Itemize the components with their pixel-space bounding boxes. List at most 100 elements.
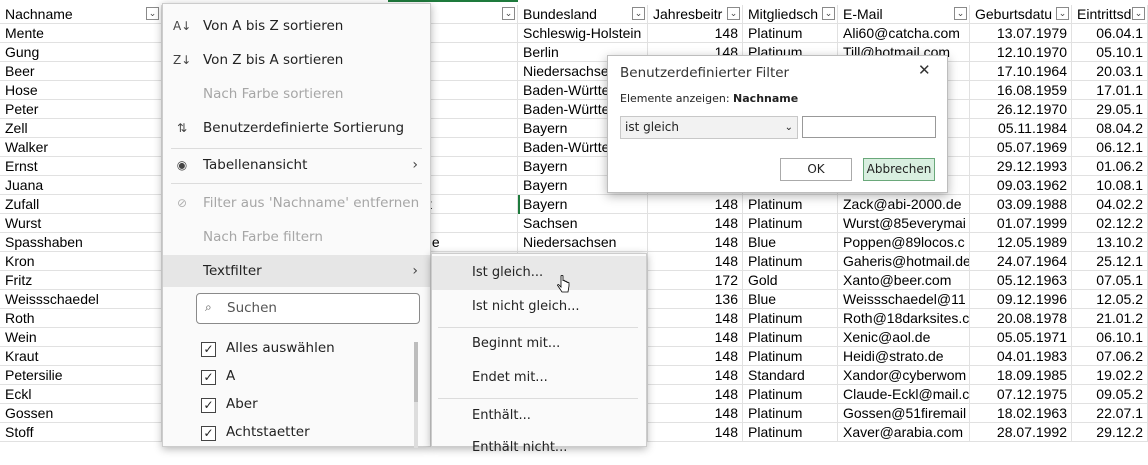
cell-geburt[interactable]: 24.07.1964 (970, 252, 1072, 271)
cell-email[interactable]: Poppen@89locos.c (838, 233, 970, 252)
ok-button[interactable]: OK (780, 158, 852, 181)
cell-geburt[interactable]: 17.10.1964 (970, 62, 1072, 81)
submenu-item-equals[interactable]: Ist gleich... (432, 256, 646, 290)
submenu-item-not-contains[interactable]: Enthält nicht... (432, 431, 646, 465)
cell-eintritt[interactable]: 25.12.1 (1072, 252, 1148, 271)
cell-email[interactable]: Xandor@cyberwom (838, 366, 970, 385)
cell-email[interactable]: Xanto@beer.com (838, 271, 970, 290)
column-header-mitglied[interactable]: Mitgliedsch ⌄ (743, 5, 838, 24)
submenu-item-contains[interactable]: Enthält... (432, 399, 646, 433)
cell-eintritt[interactable]: 07.05.1 (1072, 271, 1148, 290)
cell-nachname[interactable]: Mente (0, 24, 162, 43)
cell-geburt[interactable]: 01.07.1999 (970, 214, 1072, 233)
cell-eintritt[interactable]: 12.05.2 (1072, 290, 1148, 309)
cell-beitrag[interactable]: 148 (648, 347, 743, 366)
cell-geburt[interactable]: 05.12.1963 (970, 271, 1072, 290)
checkbox-select-all[interactable]: ✓ Alles auswählen (201, 338, 401, 362)
cell-nachname[interactable]: Stoff (0, 423, 162, 442)
cell-nachname[interactable]: Weissschaedel (0, 290, 162, 309)
filter-dropdown-icon[interactable]: ⌄ (727, 7, 740, 20)
cell-geburt[interactable]: 09.03.1962 (970, 176, 1072, 195)
cell-geburt[interactable]: 07.12.1975 (970, 385, 1072, 404)
cell-nachname[interactable]: Zufall (0, 195, 162, 214)
filter-dropdown-icon[interactable]: ⌄ (146, 7, 159, 20)
column-header-beitrag[interactable]: Jahresbeitr ⌄ (648, 5, 743, 24)
cell-geburt[interactable]: 18.02.1963 (970, 404, 1072, 423)
cell-geburt[interactable]: 05.11.1984 (970, 119, 1072, 138)
cell-bundesland[interactable]: Niedersachsen (518, 233, 648, 252)
menu-item-sort-az[interactable]: A↓ Von A bis Z sortieren (163, 10, 430, 42)
cell-eintritt[interactable]: 29.05.1 (1072, 100, 1148, 119)
checkbox-checked[interactable]: ✓ (201, 426, 216, 441)
cell-beitrag[interactable]: 148 (648, 214, 743, 233)
filter-dropdown-icon[interactable]: ⌄ (632, 7, 645, 20)
checkbox-checked[interactable]: ✓ (201, 342, 216, 357)
cell-mitglied[interactable]: Blue (743, 233, 838, 252)
cell-geburt[interactable]: 28.07.1992 (970, 423, 1072, 442)
cell-nachname[interactable]: Kraut (0, 347, 162, 366)
operator-select[interactable]: ist gleich ⌄ (620, 116, 798, 139)
cell-nachname[interactable]: Peter (0, 100, 162, 119)
cell-eintritt[interactable]: 06.10.1 (1072, 328, 1148, 347)
cell-mitglied[interactable]: Platinum (743, 24, 838, 43)
cell-geburt[interactable]: 20.08.1978 (970, 309, 1072, 328)
cell-nachname[interactable]: Petersilie (0, 366, 162, 385)
cell-beitrag[interactable]: 148 (648, 366, 743, 385)
cell-beitrag[interactable]: 148 (648, 309, 743, 328)
cell-eintritt[interactable]: 13.10.2 (1072, 233, 1148, 252)
filter-value-input[interactable] (802, 116, 936, 138)
cell-geburt[interactable]: 03.09.1988 (970, 195, 1072, 214)
cell-beitrag[interactable]: 148 (648, 252, 743, 271)
cell-mitglied[interactable]: Platinum (743, 385, 838, 404)
checkbox-checked[interactable]: ✓ (201, 370, 216, 385)
cell-eintritt[interactable]: 10.08.1 (1072, 176, 1148, 195)
submenu-item-not-equals[interactable]: Ist nicht gleich... (432, 290, 646, 324)
cell-eintritt[interactable]: 06.12.1 (1072, 138, 1148, 157)
menu-item-sort-za[interactable]: Z↓ Von Z bis A sortieren (163, 44, 430, 76)
close-icon[interactable]: ✕ (918, 61, 931, 79)
cell-eintritt[interactable]: 02.12.2 (1072, 214, 1148, 233)
cell-eintritt[interactable]: 08.04.2 (1072, 119, 1148, 138)
submenu-item-begins-with[interactable]: Beginnt mit... (432, 327, 646, 361)
cell-geburt[interactable]: 26.12.1970 (970, 100, 1072, 119)
cell-email[interactable]: Ali60@catcha.com (838, 24, 970, 43)
cell-email[interactable]: Claude-Eckl@mail.c (838, 385, 970, 404)
menu-item-table-view[interactable]: ◉ Tabellenansicht › (163, 149, 430, 181)
cell-mitglied[interactable]: Platinum (743, 252, 838, 271)
menu-item-text-filter[interactable]: Textfilter › (163, 255, 430, 287)
cell-mitglied[interactable]: Platinum (743, 195, 838, 214)
cell-nachname[interactable]: Wein (0, 328, 162, 347)
filter-dropdown-icon[interactable]: ⌄ (1132, 7, 1145, 20)
cell-email[interactable]: Roth@18darksites.c (838, 309, 970, 328)
cell-beitrag[interactable]: 136 (648, 290, 743, 309)
cell-beitrag[interactable]: 148 (648, 385, 743, 404)
cell-nachname[interactable]: Juana (0, 176, 162, 195)
submenu-item-ends-with[interactable]: Endet mit... (432, 361, 646, 395)
cell-nachname[interactable]: Ernst (0, 157, 162, 176)
cell-nachname[interactable]: Walker (0, 138, 162, 157)
cell-email[interactable]: Gaheris@hotmail.de (838, 252, 970, 271)
cell-email[interactable]: Gossen@51firemail (838, 404, 970, 423)
checkbox-item[interactable]: ✓ A (201, 366, 401, 390)
cell-mitglied[interactable]: Platinum (743, 347, 838, 366)
column-header-bundesland[interactable]: Bundesland ⌄ (518, 5, 648, 24)
cell-geburt[interactable]: 16.08.1959 (970, 81, 1072, 100)
checkbox-item[interactable]: ✓ Aber (201, 394, 401, 418)
cell-beitrag[interactable]: 148 (648, 233, 743, 252)
scrollbar-thumb[interactable] (414, 342, 418, 402)
cell-nachname[interactable]: Kron (0, 252, 162, 271)
cell-eintritt[interactable]: 20.03.1 (1072, 62, 1148, 81)
cell-email[interactable]: Heidi@strato.de (838, 347, 970, 366)
cell-nachname[interactable]: Roth (0, 309, 162, 328)
cell-beitrag[interactable]: 148 (648, 423, 743, 442)
cell-eintritt[interactable]: 17.01.1 (1072, 81, 1148, 100)
cell-eintritt[interactable]: 01.06.2 (1072, 157, 1148, 176)
cell-eintritt[interactable]: 22.07.1 (1072, 404, 1148, 423)
filter-dropdown-icon[interactable]: ⌄ (1056, 7, 1069, 20)
cell-eintritt[interactable]: 05.10.1 (1072, 43, 1148, 62)
filter-search-input[interactable]: ⌕ Suchen (196, 293, 420, 324)
cell-beitrag[interactable]: 148 (648, 24, 743, 43)
cell-geburt[interactable]: 29.12.1993 (970, 157, 1072, 176)
column-header-geburt[interactable]: Geburtsdatu ⌄ (970, 5, 1072, 24)
checkbox-item[interactable]: ✓ Achtstaetter (201, 422, 401, 446)
